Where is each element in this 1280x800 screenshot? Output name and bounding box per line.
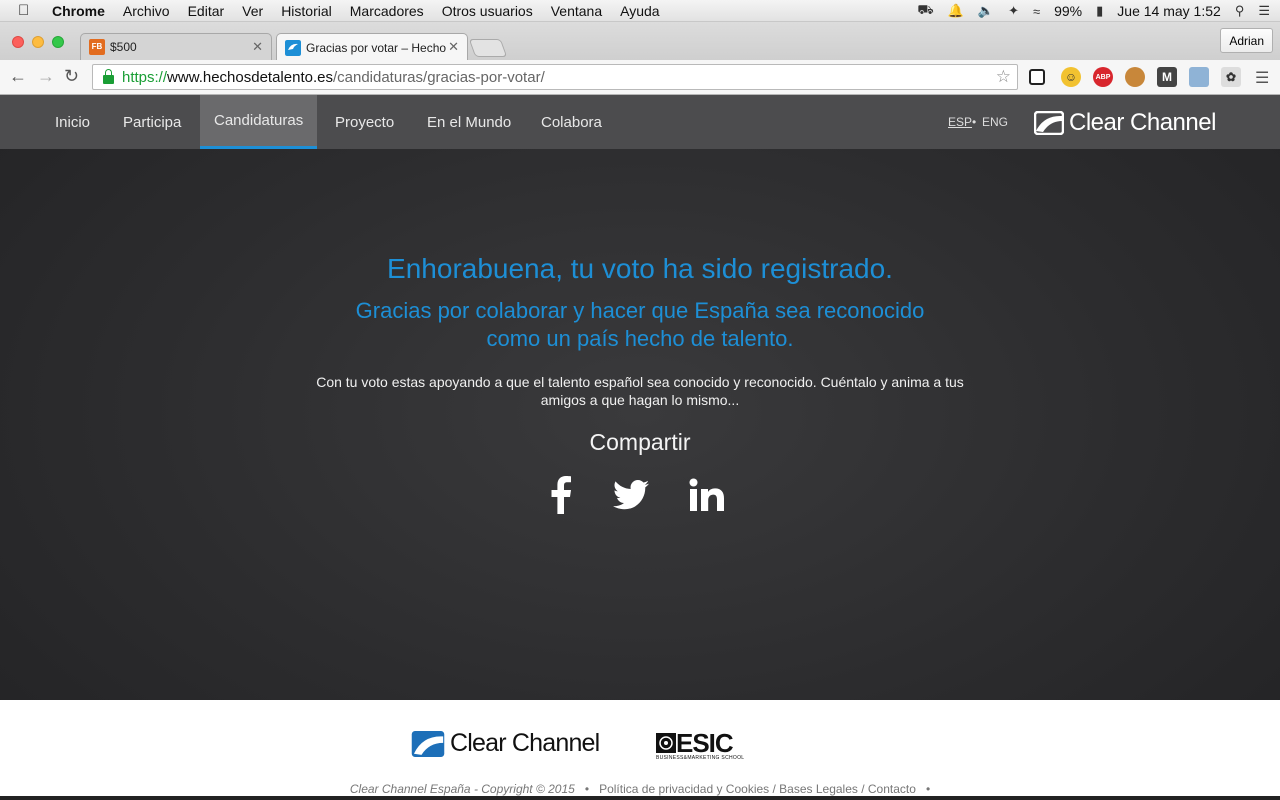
tab-close-icon[interactable]: ✕	[448, 39, 459, 55]
nav-colabora[interactable]: Colabora	[526, 95, 617, 149]
clear-channel-logo[interactable]: Clear Channel	[1034, 109, 1216, 137]
window-close-button[interactable]	[12, 36, 24, 48]
facebook-icon	[551, 476, 571, 514]
main-content: Enhorabuena, tu voto ha sido registrado.…	[0, 149, 1280, 700]
esic-emblem-icon	[656, 733, 676, 753]
page-bottom-edge	[0, 796, 1280, 800]
linkedin-share-button[interactable]	[688, 475, 726, 515]
clear-channel-favicon-icon	[285, 39, 301, 56]
footer-legal-links[interactable]: Política de privacidad y Cookies / Bases…	[599, 782, 916, 796]
thanks-subheading: Gracias por colaborar y hacer que España…	[355, 298, 925, 351]
url-path: /candidaturas/gracias-por-votar/	[332, 68, 545, 86]
footer-esic-logo[interactable]: ESIC BUSINESS&MARKETING SCHOOL	[656, 728, 745, 761]
bell-icon[interactable]: 🔔	[948, 3, 964, 19]
adblock-extension-icon[interactable]: ABP	[1093, 67, 1113, 87]
lang-separator: •	[972, 115, 977, 129]
nav-inicio[interactable]: Inicio	[40, 95, 105, 149]
footer-brand-name: Clear Channel	[450, 729, 600, 757]
camera-extension-icon[interactable]	[1189, 67, 1209, 87]
menu-marcadores[interactable]: Marcadores	[350, 3, 424, 19]
success-heading: Enhorabuena, tu voto ha sido registrado.	[387, 253, 893, 284]
reload-icon[interactable]: ↻	[64, 66, 79, 87]
menu-ver[interactable]: Ver	[242, 3, 263, 19]
profile-button[interactable]: Adrian	[1220, 28, 1273, 53]
lang-eng-link[interactable]: ENG	[982, 115, 1008, 129]
twitter-icon	[613, 480, 649, 510]
menu-ventana[interactable]: Ventana	[551, 3, 602, 19]
brand-name: Clear Channel	[1069, 109, 1216, 136]
window-extension-icon[interactable]	[1029, 69, 1045, 85]
bluetooth-icon[interactable]: ✦	[1008, 3, 1019, 19]
nav-en-el-mundo[interactable]: En el Mundo	[412, 95, 526, 149]
new-tab-button[interactable]	[468, 39, 508, 57]
window-minimize-button[interactable]	[32, 36, 44, 48]
battery-icon[interactable]: ▮	[1096, 3, 1103, 19]
twitter-share-button[interactable]	[612, 475, 650, 515]
share-label: Compartir	[589, 429, 691, 455]
linkedin-icon	[689, 478, 724, 511]
nav-candidaturas[interactable]: Candidaturas	[200, 95, 317, 149]
back-arrow-icon[interactable]: ←	[9, 66, 27, 87]
url-host: www.hechosdetalento.es	[167, 68, 333, 86]
footer-clear-channel-logo[interactable]: Clear Channel	[411, 729, 600, 758]
browser-toolbar: ← → ↻ https:// www.hechosdetalento.es /c…	[0, 60, 1280, 95]
web-page: Inicio Participa Candidaturas Proyecto E…	[0, 95, 1280, 800]
m-extension-icon[interactable]: M	[1157, 67, 1177, 87]
menu-archivo[interactable]: Archivo	[123, 3, 170, 19]
lang-esp-link[interactable]: ESP	[948, 115, 972, 129]
fb-favicon-icon: FB	[89, 39, 105, 55]
nav-proyecto[interactable]: Proyecto	[320, 95, 409, 149]
nav-participa[interactable]: Participa	[108, 95, 196, 149]
tab-fb-500[interactable]: FB $500 ✕	[80, 33, 272, 60]
facebook-share-button[interactable]	[546, 475, 576, 515]
page-footer: Clear Channel ESIC BUSINESS&MARKETING SC…	[0, 700, 1280, 800]
footer-bullet: •	[584, 782, 590, 796]
battery-percent[interactable]: 99%	[1054, 3, 1082, 19]
tab-close-icon[interactable]: ✕	[252, 39, 263, 55]
tab-gracias-por-votar[interactable]: Gracias por votar – Hechos de talento ✕	[276, 33, 468, 61]
menu-app[interactable]: Chrome	[52, 3, 105, 19]
wifi-icon[interactable]: ≈	[1033, 4, 1040, 19]
clear-channel-logo-icon	[411, 730, 445, 757]
stickman-extension-icon[interactable]: ✿	[1221, 67, 1241, 87]
menu-otros-usuarios[interactable]: Otros usuarios	[442, 3, 533, 19]
menu-ayuda[interactable]: Ayuda	[620, 3, 659, 19]
forward-arrow-icon[interactable]: →	[37, 66, 55, 87]
mac-menubar:  Chrome Archivo Editar Ver Historial Ma…	[0, 0, 1280, 22]
footer-legal-line: Clear Channel España - Copyright © 2015 …	[0, 782, 1280, 796]
volume-icon[interactable]: 🔈	[978, 3, 994, 19]
tab-title: Gracias por votar – Hechos de talento	[306, 40, 446, 55]
menu-editar[interactable]: Editar	[188, 3, 225, 19]
esic-wordmark: ESIC	[676, 728, 734, 758]
clock[interactable]: Jue 14 may 1:52	[1117, 3, 1221, 19]
spotlight-search-icon[interactable]: ⚲	[1235, 3, 1245, 19]
clear-channel-logo-icon	[1034, 111, 1064, 135]
apple-icon[interactable]: 	[18, 2, 38, 19]
bookmark-star-icon[interactable]: ☆	[996, 67, 1011, 87]
notification-center-icon[interactable]: ☰	[1258, 3, 1270, 19]
lock-icon	[103, 69, 114, 84]
emoji-extension-icon[interactable]: ☺	[1061, 67, 1081, 87]
menu-historial[interactable]: Historial	[281, 3, 332, 19]
window-zoom-button[interactable]	[52, 36, 64, 48]
menubar-status: ⛟ 🔔 🔈 ✦ ≈ 99% ▮ Jue 14 may 1:52 ⚲ ☰	[917, 0, 1270, 22]
footer-bullet: •	[925, 782, 931, 796]
chrome-menu-icon[interactable]: ☰	[1255, 68, 1269, 88]
site-navigation: Inicio Participa Candidaturas Proyecto E…	[0, 95, 1280, 149]
cookie-extension-icon[interactable]	[1125, 67, 1145, 87]
tab-strip: FB $500 ✕ Gracias por votar – Hechos de …	[0, 22, 1280, 61]
copyright-text: Clear Channel España - Copyright © 2015	[349, 782, 575, 796]
address-bar[interactable]: https:// www.hechosdetalento.es /candida…	[92, 64, 1018, 90]
truck-icon[interactable]: ⛟	[917, 2, 933, 20]
esic-tagline: BUSINESS&MARKETING SCHOOL	[656, 755, 745, 761]
tab-title: $500	[110, 40, 137, 54]
url-scheme: https://	[122, 68, 168, 86]
description-text: Con tu voto estas apoyando a que el tale…	[316, 374, 964, 408]
